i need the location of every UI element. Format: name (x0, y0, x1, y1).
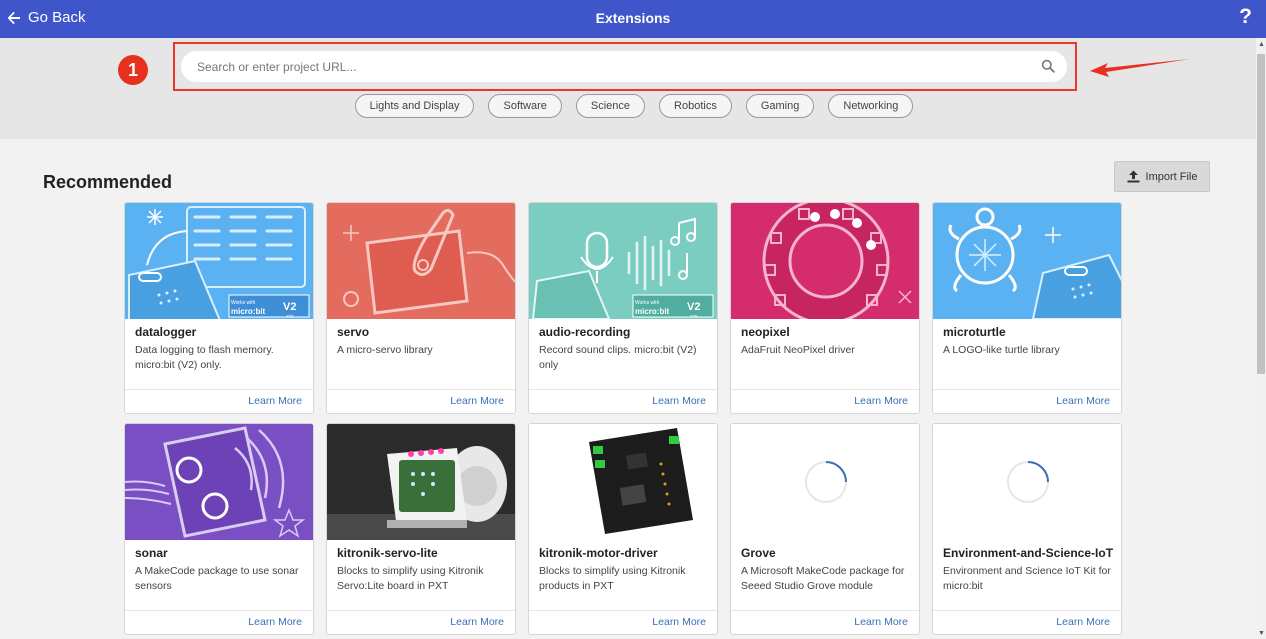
card-name: servo (337, 325, 370, 339)
card-description: A MakeCode package to use sonar sensors (135, 565, 299, 592)
learn-more-link[interactable]: Learn More (450, 395, 504, 407)
extension-card-neopixel[interactable]: neopixel AdaFruit NeoPixel driver Learn … (730, 202, 920, 414)
upload-icon (1127, 170, 1140, 183)
import-file-label: Import File (1145, 170, 1198, 183)
scroll-down-icon[interactable]: ▼ (1258, 630, 1265, 637)
card-name: neopixel (741, 325, 790, 339)
card-name: sonar (135, 546, 168, 560)
extension-card-sonar[interactable]: sonar A MakeCode package to use sonar se… (124, 423, 314, 635)
scroll-up-icon[interactable]: ▲ (1258, 41, 1265, 48)
page-title: Extensions (595, 10, 671, 26)
works-with-label: Works with (231, 300, 256, 306)
extension-card-audio-recording[interactable]: Works with micro:bit V2 only audio-recor… (528, 202, 718, 414)
micro-bit-label: micro:bit (635, 307, 670, 316)
environment-image-loading (933, 424, 1121, 540)
search-input[interactable] (197, 51, 1027, 82)
micro-bit-label: micro:bit (231, 307, 266, 316)
tag-software[interactable]: Software (488, 94, 562, 118)
card-description: A LOGO-like turtle library (943, 344, 1060, 356)
card-description: Record sound clips. micro:bit (V2) only (539, 344, 697, 371)
card-name: datalogger (135, 325, 197, 339)
learn-more-link[interactable]: Learn More (1056, 616, 1110, 628)
category-tags: Lights and Display Software Science Robo… (0, 94, 1256, 118)
audio-recording-image: Works with micro:bit V2 only (529, 203, 717, 319)
learn-more-link[interactable]: Learn More (248, 616, 302, 628)
scroll-thumb[interactable] (1257, 54, 1265, 374)
help-icon[interactable]: ? (1239, 5, 1252, 29)
neopixel-image (731, 203, 919, 319)
tag-science[interactable]: Science (575, 94, 646, 118)
card-footer: Learn More (731, 610, 919, 634)
search-section: 1 Lights and Display Software Science Ro… (0, 38, 1256, 139)
card-footer: Learn More (933, 389, 1121, 413)
learn-more-link[interactable]: Learn More (652, 395, 706, 407)
extension-grid: Works with micro:bit V2 only datalogger … (124, 202, 1124, 635)
extension-card-kitronik-motor-driver[interactable]: kitronik-motor-driver Blocks to simplify… (528, 423, 718, 635)
import-file-button[interactable]: Import File (1114, 161, 1210, 192)
annotation-arrow-icon (1090, 59, 1190, 77)
card-name: kitronik-motor-driver (539, 546, 658, 560)
tag-robotics[interactable]: Robotics (659, 94, 732, 118)
works-with-label: Works with (635, 300, 660, 306)
search-box (181, 51, 1067, 82)
v2-label: V2 (283, 301, 296, 313)
search-icon[interactable] (1041, 59, 1055, 73)
card-name: audio-recording (539, 325, 631, 339)
card-footer: Learn More (125, 389, 313, 413)
card-footer: Learn More (125, 610, 313, 634)
top-bar: Go Back Extensions ? (0, 0, 1266, 38)
learn-more-link[interactable]: Learn More (1056, 395, 1110, 407)
card-footer: Learn More (529, 610, 717, 634)
v2-label: V2 (687, 301, 700, 313)
datalogger-image: Works with micro:bit V2 only (125, 203, 313, 319)
card-footer: Learn More (933, 610, 1121, 634)
card-footer: Learn More (327, 610, 515, 634)
card-name: Grove (741, 546, 776, 560)
card-footer: Learn More (731, 389, 919, 413)
card-description: A micro-servo library (337, 344, 433, 356)
card-name: kitronik-servo-lite (337, 546, 438, 560)
vertical-scrollbar[interactable]: ▲ ▼ (1256, 38, 1266, 639)
card-name: Environment-and-Science-IoT (943, 546, 1114, 560)
sonar-image (125, 424, 313, 540)
learn-more-link[interactable]: Learn More (450, 616, 504, 628)
learn-more-link[interactable]: Learn More (248, 395, 302, 407)
tag-networking[interactable]: Networking (828, 94, 914, 118)
card-description: Data logging to flash memory. micro:bit … (135, 344, 274, 371)
card-footer: Learn More (529, 389, 717, 413)
card-description: Blocks to simplify using Kitronik produc… (539, 565, 686, 592)
card-description: A Microsoft MakeCode package for Seeed S… (741, 565, 905, 592)
card-footer: Learn More (327, 389, 515, 413)
grove-image-loading (731, 424, 919, 540)
card-name: microturtle (943, 325, 1006, 339)
extension-card-environment-and-science-iot[interactable]: Environment-and-Science-IoT Environment … (932, 423, 1122, 635)
tag-lights-and-display[interactable]: Lights and Display (354, 94, 475, 118)
tag-gaming[interactable]: Gaming (745, 94, 815, 118)
kitronik-servo-lite-image (327, 424, 515, 540)
section-title: Recommended (43, 172, 173, 192)
only-label: only (286, 313, 293, 318)
servo-image (327, 203, 515, 319)
extension-card-kitronik-servo-lite[interactable]: kitronik-servo-lite Blocks to simplify u… (326, 423, 516, 635)
card-description: Environment and Science IoT Kit for micr… (943, 565, 1111, 592)
learn-more-link[interactable]: Learn More (854, 395, 908, 407)
extension-card-datalogger[interactable]: Works with micro:bit V2 only datalogger … (124, 202, 314, 414)
extension-card-microturtle[interactable]: microturtle A LOGO-like turtle library L… (932, 202, 1122, 414)
learn-more-link[interactable]: Learn More (652, 616, 706, 628)
kitronik-motor-driver-image (529, 424, 717, 540)
extension-card-servo[interactable]: servo A micro-servo library Learn More (326, 202, 516, 414)
learn-more-link[interactable]: Learn More (854, 616, 908, 628)
card-description: Blocks to simplify using Kitronik Servo:… (337, 565, 484, 592)
only-label: only (690, 313, 697, 318)
step-number-badge: 1 (118, 55, 148, 85)
card-description: AdaFruit NeoPixel driver (741, 344, 855, 356)
extension-card-grove[interactable]: Grove A Microsoft MakeCode package for S… (730, 423, 920, 635)
microturtle-image (933, 203, 1121, 319)
